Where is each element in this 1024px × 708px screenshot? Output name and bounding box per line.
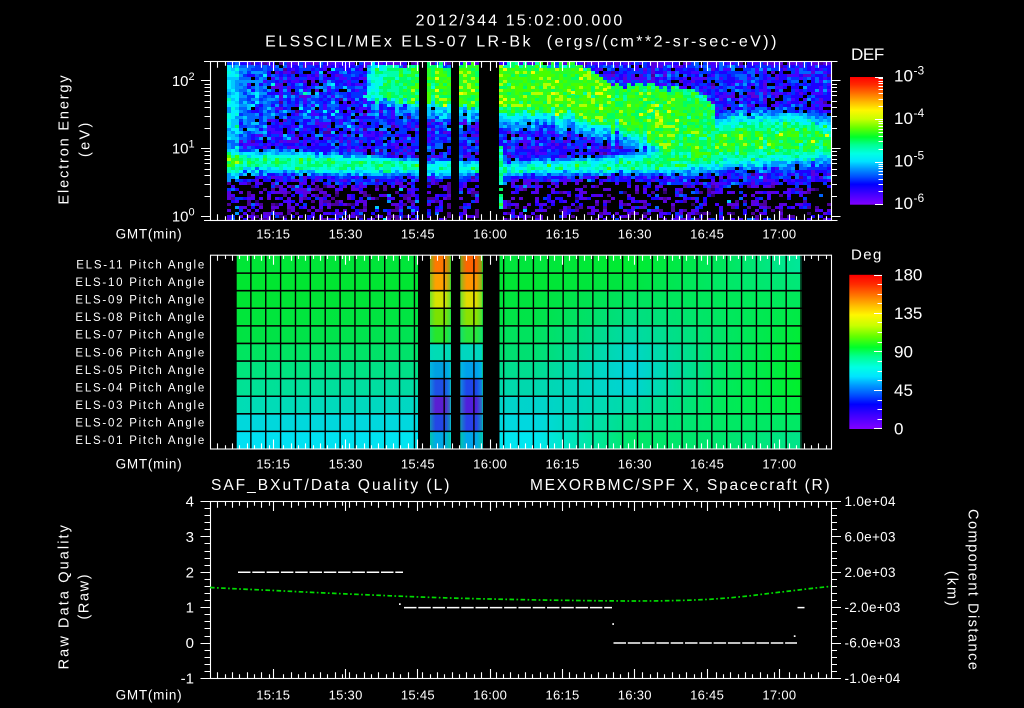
- svg-text:6.0e+03: 6.0e+03: [845, 529, 896, 544]
- svg-text:ELS-03 Pitch Angle: ELS-03 Pitch Angle: [75, 400, 206, 412]
- svg-text:(eV): (eV): [78, 120, 94, 157]
- svg-text:90: 90: [894, 342, 913, 361]
- svg-text:10: 10: [894, 194, 913, 213]
- svg-text:15:15: 15:15: [256, 226, 290, 241]
- svg-text:16:45: 16:45: [690, 226, 724, 241]
- svg-text:ELS-04 Pitch Angle: ELS-04 Pitch Angle: [75, 382, 206, 394]
- svg-text:Raw Data Quality: Raw Data Quality: [57, 523, 73, 669]
- svg-text:-4: -4: [914, 106, 925, 120]
- svg-text:MEXORBMC/SPF X, Spacecraft (R): MEXORBMC/SPF X, Spacecraft (R): [530, 477, 831, 494]
- svg-text:16:15: 16:15: [545, 687, 579, 702]
- svg-text:ELS-11 Pitch Angle: ELS-11 Pitch Angle: [76, 259, 206, 271]
- svg-text:ELS-06 Pitch Angle: ELS-06 Pitch Angle: [75, 347, 206, 359]
- svg-text:15:30: 15:30: [329, 687, 363, 702]
- svg-text:15:45: 15:45: [401, 226, 435, 241]
- svg-text:10: 10: [894, 152, 913, 171]
- svg-text:2: 2: [186, 564, 194, 581]
- svg-text:10: 10: [894, 67, 913, 86]
- svg-text:(Raw): (Raw): [77, 573, 93, 620]
- svg-text:1: 1: [186, 600, 194, 617]
- svg-text:ELSSCIL/MEx ELS-07 LR-Bk (erg: ELSSCIL/MEx ELS-07 LR-Bk (ergs/(cm**2-sr…: [265, 34, 779, 51]
- svg-text:3: 3: [186, 529, 194, 546]
- svg-text:15:30: 15:30: [329, 456, 363, 471]
- svg-text:10: 10: [172, 73, 189, 90]
- svg-text:0: 0: [189, 207, 195, 219]
- svg-text:15:30: 15:30: [329, 226, 363, 241]
- svg-text:ELS-08 Pitch Angle: ELS-08 Pitch Angle: [75, 312, 206, 324]
- svg-text:2: 2: [189, 71, 195, 83]
- svg-text:17:00: 17:00: [762, 456, 796, 471]
- svg-text:ELS-07 Pitch Angle: ELS-07 Pitch Angle: [75, 330, 206, 342]
- svg-text:16:15: 16:15: [545, 456, 579, 471]
- svg-text:GMT(min): GMT(min): [116, 226, 183, 241]
- svg-text:0: 0: [894, 420, 903, 439]
- svg-text:45: 45: [894, 381, 913, 400]
- svg-text:15:15: 15:15: [256, 687, 290, 702]
- svg-text:135: 135: [894, 304, 922, 323]
- svg-text:2012/344 15:02:00.000: 2012/344 15:02:00.000: [416, 13, 625, 30]
- svg-text:17:00: 17:00: [762, 226, 796, 241]
- svg-text:16:30: 16:30: [618, 687, 652, 702]
- svg-text:15:45: 15:45: [401, 456, 435, 471]
- svg-text:180: 180: [894, 265, 922, 284]
- svg-text:16:15: 16:15: [545, 226, 579, 241]
- svg-text:17:00: 17:00: [762, 687, 796, 702]
- svg-text:16:30: 16:30: [618, 456, 652, 471]
- svg-text:ELS-02 Pitch Angle: ELS-02 Pitch Angle: [75, 418, 206, 430]
- svg-text:1: 1: [189, 139, 195, 151]
- svg-text:-6: -6: [914, 191, 925, 205]
- svg-text:15:15: 15:15: [256, 456, 290, 471]
- svg-text:16:00: 16:00: [473, 456, 507, 471]
- svg-text:16:30: 16:30: [618, 226, 652, 241]
- svg-text:ELS-01 Pitch Angle: ELS-01 Pitch Angle: [75, 435, 206, 447]
- svg-text:ELS-05 Pitch Angle: ELS-05 Pitch Angle: [75, 365, 206, 377]
- svg-text:ELS-10 Pitch Angle: ELS-10 Pitch Angle: [75, 277, 206, 289]
- svg-text:16:00: 16:00: [473, 687, 507, 702]
- svg-text:4: 4: [186, 494, 194, 511]
- svg-text:ELS-09 Pitch Angle: ELS-09 Pitch Angle: [75, 294, 206, 306]
- svg-text:-1: -1: [181, 671, 194, 688]
- svg-text:-1.0e+04: -1.0e+04: [845, 671, 901, 686]
- svg-text:16:00: 16:00: [473, 226, 507, 241]
- svg-text:-2.0e+03: -2.0e+03: [845, 600, 901, 615]
- svg-text:SAF_BXuT/Data Quality (L): SAF_BXuT/Data Quality (L): [211, 477, 451, 494]
- svg-text:-6.0e+03: -6.0e+03: [845, 636, 901, 651]
- svg-text:1.0e+04: 1.0e+04: [845, 494, 896, 509]
- svg-text:Deg: Deg: [851, 247, 883, 264]
- svg-text:Component Distance: Component Distance: [965, 509, 981, 671]
- svg-text:(km): (km): [944, 571, 960, 608]
- svg-text:GMT(min): GMT(min): [116, 456, 183, 471]
- svg-text:Electron Energy: Electron Energy: [57, 74, 73, 205]
- svg-text:-3: -3: [914, 64, 925, 78]
- svg-text:2.0e+03: 2.0e+03: [845, 565, 896, 580]
- svg-text:10: 10: [894, 109, 913, 128]
- svg-text:-5: -5: [914, 149, 925, 163]
- svg-text:16:45: 16:45: [690, 456, 724, 471]
- svg-text:10: 10: [172, 141, 189, 158]
- svg-text:10: 10: [172, 209, 189, 226]
- svg-text:15:45: 15:45: [401, 687, 435, 702]
- svg-text:16:45: 16:45: [690, 687, 724, 702]
- svg-text:0: 0: [186, 635, 194, 652]
- svg-text:DEF: DEF: [851, 45, 884, 64]
- svg-text:GMT(min): GMT(min): [116, 687, 183, 702]
